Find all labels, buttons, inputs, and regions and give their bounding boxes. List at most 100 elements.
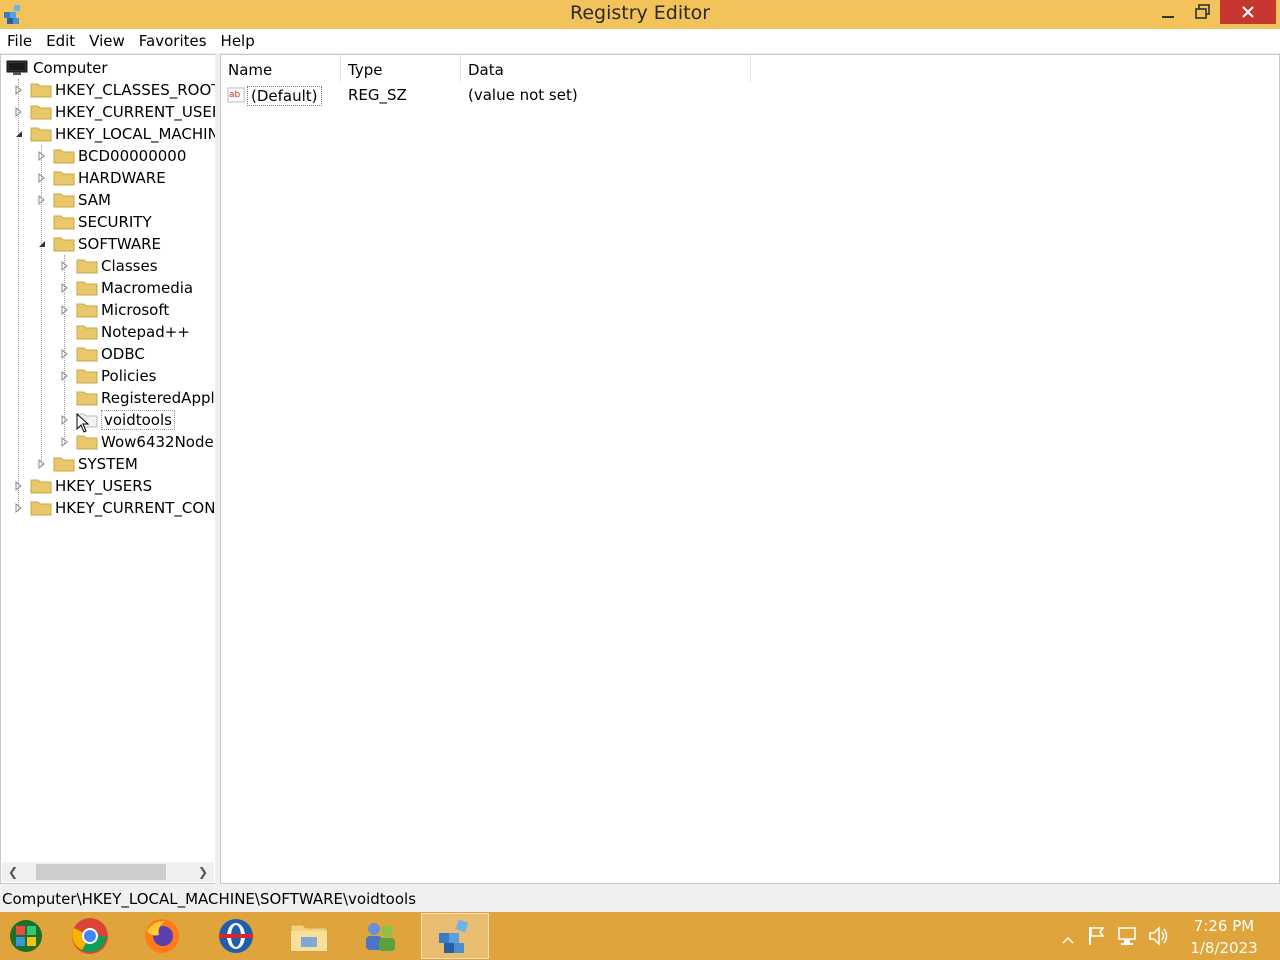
- column-header-name[interactable]: Name: [221, 55, 341, 82]
- value-data: (value not set): [468, 86, 578, 104]
- folder-icon: [76, 347, 98, 362]
- tree-item-computer[interactable]: Computer: [6, 57, 108, 79]
- collapse-arrow-icon[interactable]: [37, 239, 47, 249]
- tree-item-system[interactable]: SYSTEM: [37, 453, 138, 475]
- value-name[interactable]: (Default): [247, 86, 322, 106]
- tree-item-label: HKEY_CURRENT_CONFIG: [55, 499, 216, 517]
- taskbar-firefox[interactable]: [128, 913, 196, 959]
- taskbar-opera[interactable]: [202, 913, 270, 959]
- taskbar-file-explorer[interactable]: [275, 913, 343, 959]
- column-header-data[interactable]: Data: [461, 55, 751, 82]
- expand-arrow-icon[interactable]: [14, 85, 24, 95]
- tree-item-label: SECURITY: [78, 213, 152, 231]
- close-button[interactable]: [1220, 0, 1276, 24]
- action-center-flag-icon[interactable]: [1088, 926, 1106, 950]
- registry-editor-icon: [439, 919, 469, 953]
- expand-arrow-icon[interactable]: [37, 173, 47, 183]
- expand-arrow-icon[interactable]: [60, 415, 70, 425]
- tree-item-label: RegisteredApplications: [101, 389, 215, 407]
- tree-item-label: Macromedia: [101, 279, 194, 297]
- tree-item-label: BCD00000000: [78, 147, 187, 165]
- menu-favorites[interactable]: Favorites: [132, 29, 214, 53]
- expand-arrow-icon[interactable]: [37, 151, 47, 161]
- taskbar-registry-editor[interactable]: [421, 913, 489, 959]
- show-hidden-icons-icon[interactable]: [1062, 930, 1074, 948]
- tree-item-label: SAM: [78, 191, 112, 209]
- tree-item-bcd[interactable]: BCD00000000: [37, 145, 186, 167]
- folder-icon: [30, 105, 52, 120]
- tree-item-hkey-users[interactable]: HKEY_USERS: [14, 475, 152, 497]
- clock-date[interactable]: 1/8/2023: [1178, 937, 1270, 959]
- expand-arrow-icon[interactable]: [60, 349, 70, 359]
- expand-arrow-icon[interactable]: [14, 107, 24, 117]
- expand-arrow-icon[interactable]: [60, 371, 70, 381]
- key-tree-pane[interactable]: Computer HKEY_CLASSES_ROOT HKEY_CURRENT_…: [0, 54, 216, 884]
- menu-help[interactable]: Help: [214, 29, 262, 53]
- tree-item-label: HARDWARE: [78, 169, 166, 187]
- tree-item-hardware[interactable]: HARDWARE: [37, 167, 166, 189]
- tree-item-macromedia[interactable]: Macromedia: [60, 277, 193, 299]
- tree-item-hkey-current-config[interactable]: HKEY_CURRENT_CONFIG: [14, 497, 216, 519]
- tree-item-policies[interactable]: Policies: [60, 365, 156, 387]
- scroll-right-icon[interactable]: ❯: [198, 865, 208, 879]
- volume-icon[interactable]: [1148, 925, 1170, 951]
- tree-item-hkey-classes-root[interactable]: HKEY_CLASSES_ROOT: [14, 79, 215, 101]
- menu-bar: File Edit View Favorites Help: [0, 29, 1280, 53]
- tree-item-odbc[interactable]: ODBC: [60, 343, 145, 365]
- value-row[interactable]: ab (Default) REG_SZ (value not set): [221, 83, 1021, 107]
- menu-file[interactable]: File: [0, 29, 39, 53]
- tree-item-classes[interactable]: Classes: [60, 255, 158, 277]
- values-list-pane[interactable]: Name Type Data ab (Default) REG_SZ (valu…: [220, 54, 1280, 884]
- expand-arrow-icon[interactable]: [37, 195, 47, 205]
- scroll-left-icon[interactable]: ❮: [8, 865, 18, 879]
- status-bar: Computer\HKEY_LOCAL_MACHINE\SOFTWARE\voi…: [0, 886, 1280, 912]
- expand-arrow-icon[interactable]: [37, 459, 47, 469]
- minimize-button[interactable]: [1152, 0, 1184, 24]
- expand-arrow-icon[interactable]: [60, 261, 70, 271]
- horizontal-scrollbar[interactable]: ❮ ❯: [2, 862, 214, 882]
- tree-item-label: SOFTWARE: [78, 235, 162, 253]
- expand-arrow-icon[interactable]: [60, 305, 70, 315]
- folder-icon: [30, 501, 52, 516]
- folder-icon: [30, 479, 52, 494]
- user-accounts-icon: [366, 923, 395, 951]
- menu-edit[interactable]: Edit: [39, 29, 82, 53]
- scrollbar-thumb[interactable]: [36, 864, 166, 880]
- taskbar: 7:26 PM 1/8/2023: [0, 912, 1280, 960]
- tree-item-hkey-local-machine[interactable]: HKEY_LOCAL_MACHINE: [14, 123, 216, 145]
- tree-item-hkey-current-user[interactable]: HKEY_CURRENT_USER: [14, 101, 215, 123]
- tree-item-microsoft[interactable]: Microsoft: [60, 299, 169, 321]
- menu-view[interactable]: View: [82, 29, 132, 53]
- column-header-type[interactable]: Type: [341, 55, 461, 82]
- folder-icon: [76, 259, 98, 274]
- network-icon[interactable]: [1117, 926, 1139, 950]
- expand-arrow-icon[interactable]: [60, 283, 70, 293]
- chrome-icon: [72, 918, 108, 954]
- clock-time[interactable]: 7:26 PM: [1178, 915, 1270, 937]
- tree-item-label: voidtools: [101, 410, 175, 430]
- taskbar-chrome[interactable]: [56, 913, 124, 959]
- taskbar-user-accounts[interactable]: [346, 913, 414, 959]
- title-bar[interactable]: Registry Editor: [0, 0, 1280, 29]
- tree-item-security[interactable]: SECURITY: [37, 211, 152, 233]
- tree-item-software[interactable]: SOFTWARE: [37, 233, 161, 255]
- collapse-arrow-icon[interactable]: [14, 129, 24, 139]
- taskbar-media-center[interactable]: [0, 913, 60, 959]
- expand-arrow-icon[interactable]: [60, 437, 70, 447]
- tree-item-label: Microsoft: [101, 301, 170, 319]
- tree-item-notepadpp[interactable]: Notepad++: [60, 321, 190, 343]
- expand-arrow-icon[interactable]: [14, 503, 24, 513]
- folder-icon: [53, 193, 75, 208]
- tree-item-label: ODBC: [101, 345, 145, 363]
- tree-item-registered-applications[interactable]: RegisteredApplications: [60, 387, 215, 409]
- folder-icon: [53, 171, 75, 186]
- folder-icon: [30, 127, 52, 142]
- tree-item-label: Wow6432Node: [101, 433, 214, 451]
- tree-item-label: HKEY_LOCAL_MACHINE: [55, 125, 216, 143]
- expand-arrow-icon[interactable]: [14, 481, 24, 491]
- restore-button[interactable]: [1188, 0, 1218, 24]
- mouse-cursor-icon: [76, 412, 90, 437]
- tree-item-sam[interactable]: SAM: [37, 189, 111, 211]
- tree-item-label: Classes: [101, 257, 158, 275]
- value-type: REG_SZ: [348, 86, 407, 104]
